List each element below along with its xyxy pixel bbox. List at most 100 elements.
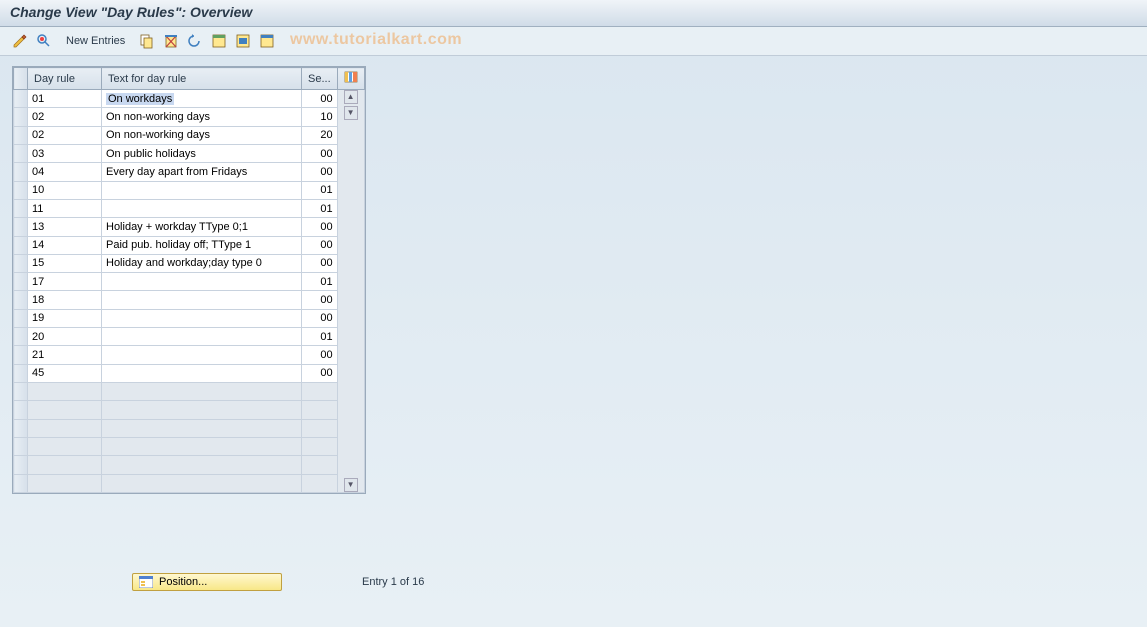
row-selector[interactable]: [14, 181, 28, 199]
cell-empty: [28, 401, 102, 419]
row-selector[interactable]: [14, 328, 28, 346]
cell-dayrule[interactable]: 10: [28, 181, 102, 199]
row-selector[interactable]: [14, 108, 28, 126]
cell-text[interactable]: On non-working days: [102, 108, 302, 126]
row-selector[interactable]: [14, 346, 28, 364]
toggle-change-icon[interactable]: [10, 31, 30, 51]
row-selector[interactable]: [14, 144, 28, 162]
cell-dayrule[interactable]: 17: [28, 273, 102, 291]
row-selector[interactable]: [14, 309, 28, 327]
cell-dayrule[interactable]: 13: [28, 218, 102, 236]
cell-text[interactable]: [102, 364, 302, 382]
table-row: 02On non-working days20: [14, 126, 365, 144]
cell-dayrule[interactable]: 18: [28, 291, 102, 309]
row-selector[interactable]: [14, 456, 28, 474]
cell-dayrule[interactable]: 03: [28, 144, 102, 162]
deselect-all-icon[interactable]: [257, 31, 277, 51]
cell-dayrule[interactable]: 21: [28, 346, 102, 364]
row-selector[interactable]: [14, 126, 28, 144]
row-selector[interactable]: [14, 474, 28, 492]
cell-text[interactable]: On workdays: [102, 90, 302, 108]
cell-dayrule[interactable]: 02: [28, 108, 102, 126]
cell-text[interactable]: [102, 328, 302, 346]
row-selector[interactable]: [14, 383, 28, 401]
row-selector[interactable]: [14, 419, 28, 437]
cell-dayrule[interactable]: 02: [28, 126, 102, 144]
col-header-dayrule[interactable]: Day rule: [28, 68, 102, 90]
cell-dayrule[interactable]: 45: [28, 364, 102, 382]
cell-text[interactable]: Every day apart from Fridays: [102, 163, 302, 181]
cell-text[interactable]: [102, 273, 302, 291]
cell-text[interactable]: [102, 181, 302, 199]
row-selector[interactable]: [14, 163, 28, 181]
vertical-scrollbar[interactable]: ▲ ▼ ▼: [337, 90, 364, 493]
undo-icon[interactable]: [185, 31, 205, 51]
table-row: 03On public holidays00: [14, 144, 365, 162]
cell-dayrule[interactable]: 11: [28, 199, 102, 217]
col-header-text[interactable]: Text for day rule: [102, 68, 302, 90]
cell-seq[interactable]: 10: [302, 108, 338, 126]
cell-text[interactable]: Holiday and workday;day type 0: [102, 254, 302, 272]
scroll-down-bottom-icon[interactable]: ▼: [344, 478, 358, 492]
cell-dayrule[interactable]: 19: [28, 309, 102, 327]
cell-seq[interactable]: 01: [302, 328, 338, 346]
col-header-seq[interactable]: Se...: [302, 68, 338, 90]
table-row: 04Every day apart from Fridays00: [14, 163, 365, 181]
watermark: www.tutorialkart.com: [290, 31, 462, 49]
delete-icon[interactable]: [161, 31, 181, 51]
cell-text[interactable]: [102, 291, 302, 309]
cell-seq[interactable]: 00: [302, 236, 338, 254]
cell-dayrule[interactable]: 14: [28, 236, 102, 254]
new-entries-button[interactable]: New Entries: [58, 33, 133, 49]
table-row: 02On non-working days10: [14, 108, 365, 126]
cell-empty: [302, 474, 338, 492]
row-selector[interactable]: [14, 401, 28, 419]
cell-seq[interactable]: 20: [302, 126, 338, 144]
cell-empty: [28, 474, 102, 492]
cell-text[interactable]: On non-working days: [102, 126, 302, 144]
cell-seq[interactable]: 00: [302, 254, 338, 272]
cell-seq[interactable]: 01: [302, 199, 338, 217]
copy-icon[interactable]: [137, 31, 157, 51]
row-selector[interactable]: [14, 364, 28, 382]
cell-text[interactable]: [102, 346, 302, 364]
row-selector[interactable]: [14, 236, 28, 254]
cell-text[interactable]: Holiday + workday TType 0;1: [102, 218, 302, 236]
table-config-icon[interactable]: [337, 68, 364, 90]
row-selector[interactable]: [14, 90, 28, 108]
row-selector[interactable]: [14, 254, 28, 272]
row-selector[interactable]: [14, 437, 28, 455]
cell-text[interactable]: Paid pub. holiday off; TType 1: [102, 236, 302, 254]
row-selector[interactable]: [14, 218, 28, 236]
cell-seq[interactable]: 00: [302, 291, 338, 309]
cell-text[interactable]: On public holidays: [102, 144, 302, 162]
row-selector[interactable]: [14, 199, 28, 217]
select-all-rows[interactable]: [14, 68, 28, 90]
cell-seq[interactable]: 01: [302, 273, 338, 291]
cell-text[interactable]: [102, 309, 302, 327]
scroll-down-icon[interactable]: ▼: [344, 106, 358, 120]
position-button-label: Position...: [159, 576, 207, 588]
row-selector[interactable]: [14, 291, 28, 309]
cell-seq[interactable]: 00: [302, 90, 338, 108]
cell-seq[interactable]: 00: [302, 218, 338, 236]
scroll-up-icon[interactable]: ▲: [344, 90, 358, 104]
cell-seq[interactable]: 00: [302, 346, 338, 364]
select-all-icon[interactable]: [209, 31, 229, 51]
other-view-icon[interactable]: [34, 31, 54, 51]
cell-dayrule[interactable]: 20: [28, 328, 102, 346]
cell-text[interactable]: [102, 199, 302, 217]
row-selector[interactable]: [14, 273, 28, 291]
cell-dayrule[interactable]: 15: [28, 254, 102, 272]
cell-seq[interactable]: 00: [302, 364, 338, 382]
cell-seq[interactable]: 00: [302, 309, 338, 327]
cell-seq[interactable]: 00: [302, 144, 338, 162]
cell-empty: [28, 383, 102, 401]
cell-dayrule[interactable]: 01: [28, 90, 102, 108]
cell-seq[interactable]: 00: [302, 163, 338, 181]
select-block-icon[interactable]: [233, 31, 253, 51]
position-button[interactable]: Position...: [132, 573, 282, 591]
cell-dayrule[interactable]: 04: [28, 163, 102, 181]
cell-empty: [102, 437, 302, 455]
cell-seq[interactable]: 01: [302, 181, 338, 199]
